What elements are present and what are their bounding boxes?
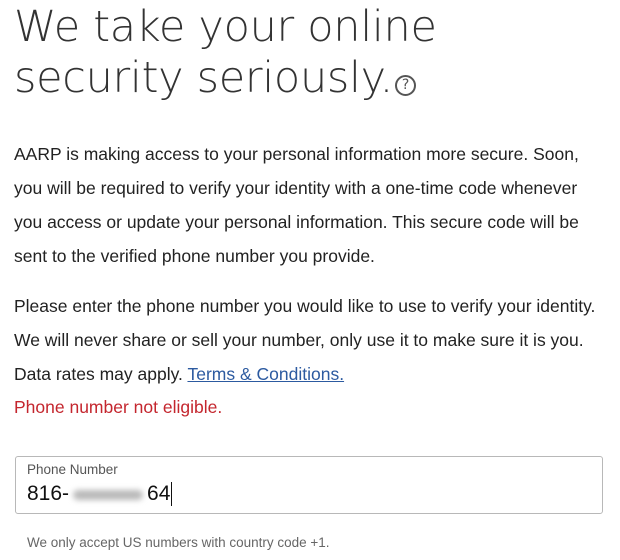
phone-number-field[interactable]: Phone Number 816- 64 [15, 456, 603, 514]
page-title-line2: security seriously. [14, 53, 394, 103]
phone-number-suffix: 64 [147, 482, 171, 505]
country-code-hint: We only accept US numbers with country c… [27, 535, 330, 550]
page-title-line1: We take your online [14, 2, 437, 52]
phone-number-prefix: 816- [27, 482, 70, 505]
terms-conditions-link[interactable]: Terms & Conditions. [187, 364, 344, 384]
page-title: We take your online security seriously.? [14, 2, 604, 104]
security-verification-page: We take your online security seriously.? … [0, 0, 620, 560]
text-cursor [171, 482, 173, 506]
instructions-paragraph: Please enter the phone number you would … [14, 289, 606, 391]
error-message: Phone number not eligible. [14, 397, 223, 417]
intro-paragraph: AARP is making access to your personal i… [14, 144, 579, 266]
help-icon[interactable]: ? [395, 75, 417, 96]
phone-number-input[interactable]: 816- 64 [27, 481, 173, 507]
phone-number-redacted [69, 481, 147, 507]
phone-number-label: Phone Number [27, 462, 118, 477]
